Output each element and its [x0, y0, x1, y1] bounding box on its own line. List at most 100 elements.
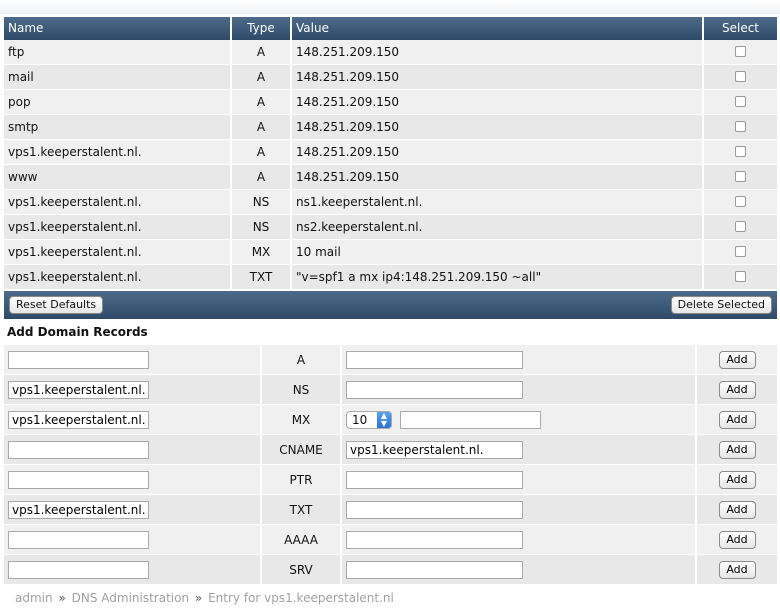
select-cell	[704, 165, 777, 189]
record-type: NS	[232, 215, 292, 239]
select-checkbox[interactable]	[735, 246, 746, 257]
select-cell	[704, 240, 777, 264]
record-name: vps1.keeperstalent.nl.	[4, 215, 232, 239]
record-value: ns1.keeperstalent.nl.	[292, 190, 704, 214]
select-cell	[704, 65, 777, 89]
value-input-cname[interactable]	[346, 440, 523, 459]
delete-selected-button[interactable]: Delete Selected	[670, 296, 772, 314]
records-action-bar: Reset Defaults Delete Selected	[4, 291, 777, 319]
record-name: vps1.keeperstalent.nl.	[4, 140, 232, 164]
record-type: A	[232, 65, 292, 89]
mx-priority-value: 10	[352, 412, 368, 427]
value-input-aaaa[interactable]	[346, 530, 523, 549]
record-type-label: TXT	[262, 495, 342, 524]
add-txt-button[interactable]: Add	[718, 500, 756, 519]
select-checkbox[interactable]	[735, 196, 746, 207]
reset-defaults-button[interactable]: Reset Defaults	[9, 296, 104, 314]
add-ptr-button[interactable]: Add	[718, 470, 756, 489]
add-srv-button[interactable]: Add	[718, 560, 756, 579]
record-type: A	[232, 40, 292, 64]
select-checkbox[interactable]	[735, 71, 746, 82]
record-value: 148.251.209.150	[292, 65, 704, 89]
breadcrumb-separator: »	[58, 591, 66, 605]
record-type: A	[232, 115, 292, 139]
column-header-type[interactable]: Type	[232, 17, 292, 40]
record-name: smtp	[4, 115, 232, 139]
record-type: A	[232, 140, 292, 164]
breadcrumb-current-entry: Entry for vps1.keeperstalent.nl	[208, 591, 394, 605]
record-value: "v=spf1 a mx ip4:148.251.209.150 ~all"	[292, 265, 704, 289]
select-checkbox[interactable]	[735, 146, 746, 157]
add-row-cname: CNAME Add	[4, 435, 777, 465]
add-row-txt: TXT Add	[4, 495, 777, 525]
breadcrumb-dns-administration[interactable]: DNS Administration	[72, 591, 189, 605]
add-row-ns: NS Add	[4, 375, 777, 405]
breadcrumb: admin » DNS Administration » Entry for v…	[15, 591, 394, 605]
record-type: A	[232, 165, 292, 189]
record-value: 10 mail	[292, 240, 704, 264]
column-header-name[interactable]: Name	[4, 17, 232, 40]
select-checkbox[interactable]	[735, 271, 746, 282]
add-row-a: A Add	[4, 345, 777, 375]
add-records-title: Add Domain Records	[7, 325, 148, 339]
table-row: mail A 148.251.209.150	[4, 65, 777, 90]
name-input-mx[interactable]	[8, 410, 149, 429]
add-row-aaaa: AAAA Add	[4, 525, 777, 555]
select-cell	[704, 140, 777, 164]
mx-priority-select[interactable]: 10 ▲ ▼	[346, 410, 392, 429]
record-type-label: MX	[262, 405, 342, 434]
select-checkbox[interactable]	[735, 221, 746, 232]
column-header-select: Select	[704, 17, 777, 40]
select-cell	[704, 215, 777, 239]
record-name: ftp	[4, 40, 232, 64]
value-input-ns[interactable]	[346, 380, 523, 399]
add-a-button[interactable]: Add	[718, 350, 756, 369]
record-name: vps1.keeperstalent.nl.	[4, 240, 232, 264]
select-checkbox[interactable]	[735, 46, 746, 57]
add-aaaa-button[interactable]: Add	[718, 530, 756, 549]
record-type-label: NS	[262, 375, 342, 404]
name-input-cname[interactable]	[8, 440, 149, 459]
name-input-aaaa[interactable]	[8, 530, 149, 549]
value-input-srv[interactable]	[346, 560, 523, 579]
select-cell	[704, 190, 777, 214]
record-name: vps1.keeperstalent.nl.	[4, 265, 232, 289]
name-input-srv[interactable]	[8, 560, 149, 579]
value-input-txt[interactable]	[346, 500, 523, 519]
add-cname-button[interactable]: Add	[718, 440, 756, 459]
name-input-ptr[interactable]	[8, 470, 149, 489]
table-row: pop A 148.251.209.150	[4, 90, 777, 115]
add-records-form: A Add NS Add MX 10 ▲▼ Add CNAME	[4, 345, 777, 585]
record-type-label: SRV	[262, 555, 342, 584]
record-value: 148.251.209.150	[292, 115, 704, 139]
record-type-label: CNAME	[262, 435, 342, 464]
select-cell	[704, 115, 777, 139]
column-header-value[interactable]: Value	[292, 17, 704, 40]
record-value: 148.251.209.150	[292, 90, 704, 114]
record-value: 148.251.209.150	[292, 165, 704, 189]
name-input-a[interactable]	[8, 350, 149, 369]
top-strip	[0, 0, 780, 14]
add-mx-button[interactable]: Add	[718, 410, 756, 429]
value-input-ptr[interactable]	[346, 470, 523, 489]
select-checkbox[interactable]	[735, 121, 746, 132]
table-row: vps1.keeperstalent.nl. MX 10 mail	[4, 240, 777, 265]
name-input-txt[interactable]	[8, 500, 149, 519]
select-checkbox[interactable]	[735, 96, 746, 107]
record-type: NS	[232, 190, 292, 214]
chevron-updown-icon: ▲ ▼	[377, 411, 391, 428]
value-input-a[interactable]	[346, 350, 523, 369]
record-type: TXT	[232, 265, 292, 289]
add-ns-button[interactable]: Add	[718, 380, 756, 399]
value-input-mx[interactable]	[400, 410, 541, 429]
breadcrumb-admin[interactable]: admin	[15, 591, 53, 605]
add-row-mx: MX 10 ▲▼ Add	[4, 405, 777, 435]
table-row: ftp A 148.251.209.150	[4, 40, 777, 65]
record-name: vps1.keeperstalent.nl.	[4, 190, 232, 214]
select-cell	[704, 40, 777, 64]
table-row: www A 148.251.209.150	[4, 165, 777, 190]
record-type-label: PTR	[262, 465, 342, 494]
name-input-ns[interactable]	[8, 380, 149, 399]
breadcrumb-separator: »	[194, 591, 203, 605]
select-checkbox[interactable]	[735, 171, 746, 182]
